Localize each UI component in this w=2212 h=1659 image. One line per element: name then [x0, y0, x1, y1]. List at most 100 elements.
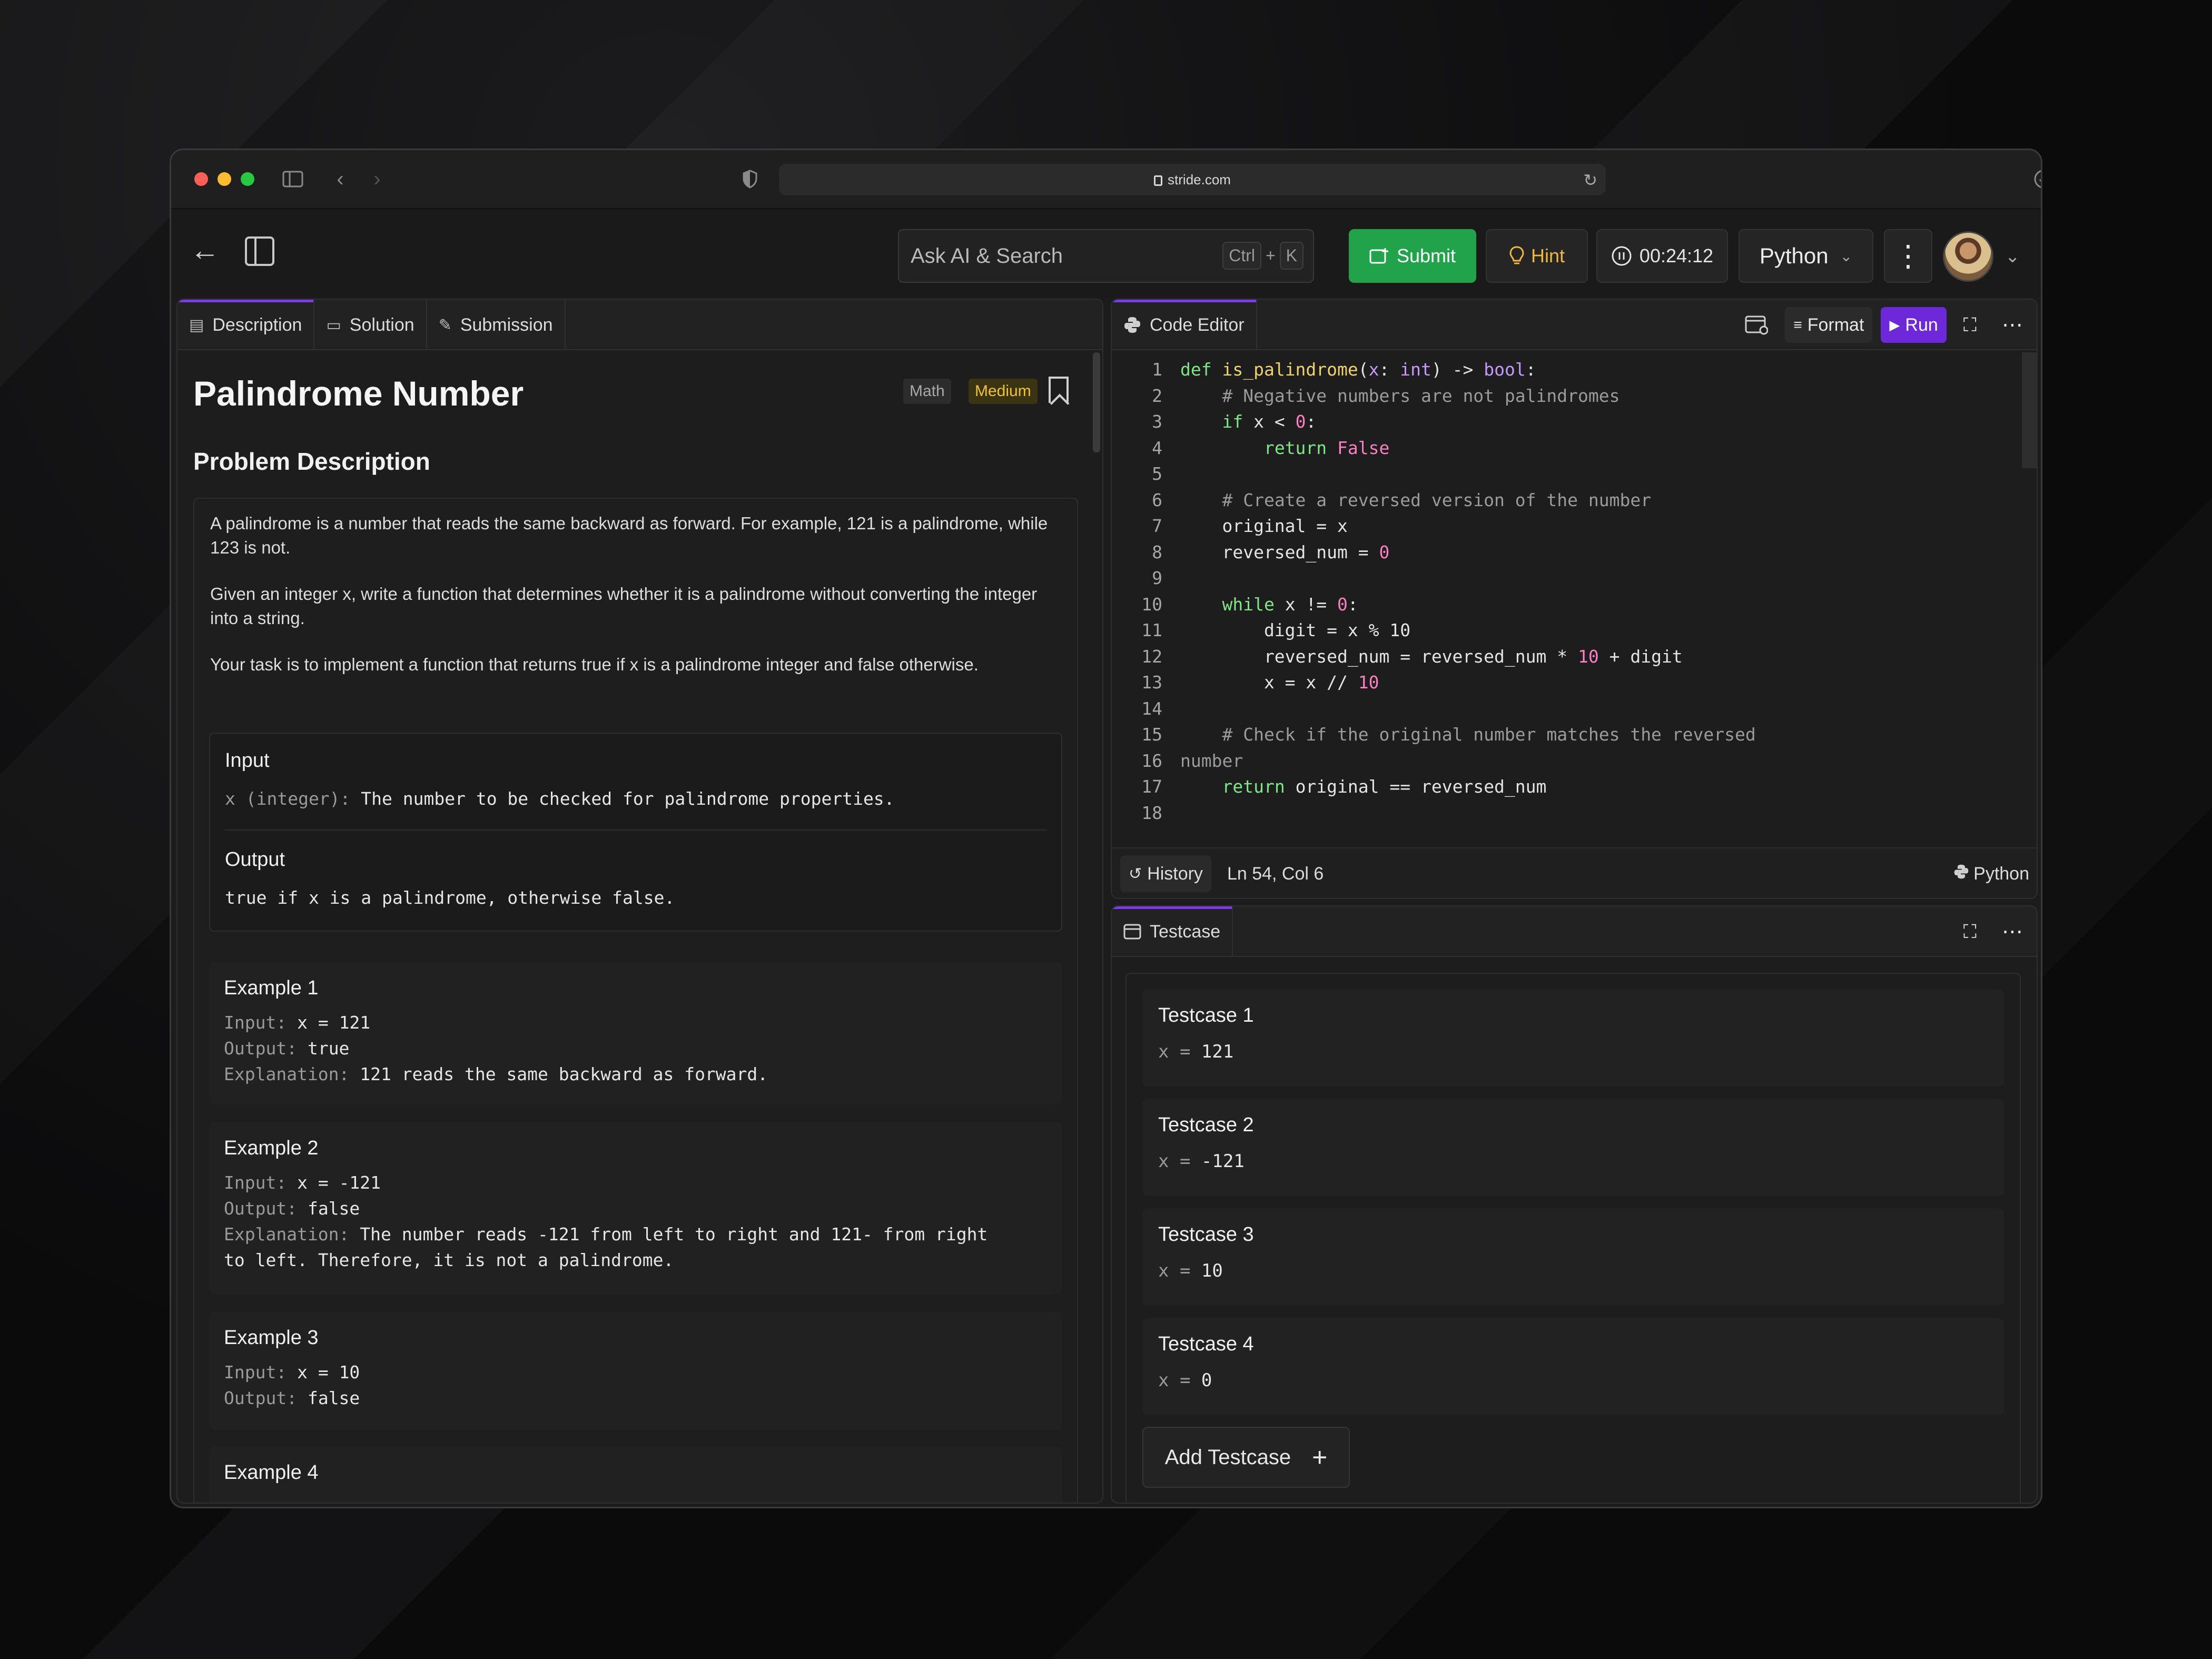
example-card: Example 2 Input: x = -121 Output: false …	[209, 1122, 1062, 1294]
tab-code-editor[interactable]: Code Editor	[1112, 300, 1257, 350]
example-input: Input: x = 121	[224, 1012, 371, 1033]
line-number: 17	[1141, 776, 1162, 797]
document-icon: ▤	[189, 316, 204, 334]
book-icon: ▭	[326, 316, 341, 334]
testcase-tabbar: Testcase	[1112, 906, 2037, 957]
search-placeholder: Ask AI & Search	[911, 244, 1063, 268]
testcase-title: Testcase 2	[1158, 1114, 1254, 1136]
tab-testcase[interactable]: Testcase	[1112, 906, 1233, 957]
line-number: 5	[1152, 463, 1162, 484]
python-icon	[1953, 864, 1969, 884]
privacy-shield-icon[interactable]	[737, 166, 763, 192]
editor-language[interactable]: Python	[1953, 864, 2029, 884]
example-explanation: Explanation: 121 reads the same backward…	[224, 1064, 768, 1084]
editor-language-label: Python	[1973, 863, 2029, 884]
testcase-actions: ⛶ ⋯	[1955, 914, 2031, 950]
panel-toggle-icon[interactable]	[245, 236, 274, 266]
divider	[225, 829, 1046, 831]
tab-testcase-label: Testcase	[1150, 921, 1221, 942]
lightbulb-icon	[1509, 246, 1524, 264]
k-key: K	[1279, 242, 1303, 270]
line-number: 6	[1152, 489, 1162, 510]
tab-code-editor-label: Code Editor	[1150, 314, 1245, 335]
language-select[interactable]: Python ⌄	[1739, 229, 1873, 283]
add-testcase-button[interactable]: Add Testcase +	[1142, 1427, 1350, 1488]
input-desc: The number to be checked for palindrome …	[350, 788, 895, 809]
testcase-title: Testcase 4	[1158, 1333, 1254, 1355]
output-spec: true if x is a palindrome, otherwise fal…	[225, 887, 675, 908]
reload-icon[interactable]: ↻	[1583, 170, 1597, 190]
topic-tag[interactable]: Math	[903, 379, 951, 404]
editor-status-bar: ↺ History Ln 54, Col 6 Python	[1112, 847, 2037, 898]
difficulty-tag: Medium	[969, 379, 1038, 404]
code-line: # Check if the original number matches t…	[1222, 724, 1756, 745]
output-heading: Output	[225, 848, 285, 871]
browser-forward-icon[interactable]: ›	[364, 166, 390, 192]
line-number: 2	[1152, 385, 1162, 406]
sidebar-toggle-icon[interactable]	[280, 166, 306, 192]
window-icon	[1123, 924, 1141, 940]
more-horizontal-icon[interactable]: ⋯	[1993, 914, 2031, 950]
avatar[interactable]	[1943, 231, 1993, 282]
example-title: Example 3	[224, 1327, 319, 1349]
tab-submission[interactable]: ✎ Submission	[427, 300, 566, 350]
shortcut-hint: Ctrl + K	[1222, 242, 1303, 270]
code-line: if x < 0:	[1222, 411, 1317, 432]
ai-search-input[interactable]: Ask AI & Search Ctrl + K	[898, 229, 1314, 283]
more-options-button[interactable]: ⋮	[1884, 229, 1932, 283]
line-number: 14	[1141, 698, 1162, 719]
layout-icon[interactable]	[1736, 307, 1776, 343]
format-label: Format	[1807, 314, 1864, 335]
description-panel: ▤ Description ▭ Solution ✎ Submission Pa…	[176, 299, 1103, 1504]
tab-description[interactable]: ▤ Description	[177, 300, 315, 350]
scrollbar[interactable]	[1093, 352, 1100, 452]
back-arrow-icon[interactable]: ←	[190, 235, 220, 265]
description-box: A palindrome is a number that reads the …	[193, 498, 1078, 1503]
cursor-position: Ln 54, Col 6	[1227, 863, 1324, 884]
code-line: return False	[1263, 437, 1390, 458]
code-line: original = x	[1180, 516, 1348, 536]
testcase-card[interactable]: Testcase 2 x = -121	[1142, 1099, 2004, 1196]
timer-button[interactable]: 00:24:12	[1596, 229, 1728, 283]
more-horizontal-icon[interactable]: ⋯	[1993, 307, 2031, 343]
line-number: 11	[1141, 620, 1162, 640]
example-card: Example 4	[209, 1447, 1062, 1503]
testcase-card[interactable]: Testcase 4 x = 0	[1142, 1318, 2004, 1415]
example-title: Example 1	[224, 977, 319, 999]
format-button[interactable]: ≡ Format	[1785, 307, 1873, 343]
description-paragraph: Your task is to implement a function tha…	[210, 655, 979, 674]
example-output: Output: false	[224, 1388, 360, 1408]
run-button[interactable]: ▶ Run	[1881, 307, 1947, 343]
minimize-window-button[interactable]	[218, 172, 231, 186]
section-title: Problem Description	[193, 448, 430, 475]
format-lines-icon: ≡	[1793, 317, 1802, 333]
expand-icon[interactable]: ⛶	[1955, 914, 1985, 950]
browser-back-icon[interactable]: ‹	[327, 166, 353, 192]
browser-toolbar: ‹ › stride.com ↻ +	[171, 150, 2041, 209]
example-input: Input: x = 10	[224, 1362, 360, 1382]
play-icon: ▶	[1889, 317, 1900, 333]
chevron-down-icon: ⌄	[1840, 248, 1853, 264]
expand-icon[interactable]: ⛶	[1955, 307, 1985, 343]
testcase-card[interactable]: Testcase 3 x = 10	[1142, 1209, 2004, 1306]
line-number: 16	[1141, 750, 1162, 771]
close-window-button[interactable]	[194, 172, 208, 186]
history-button[interactable]: ↺ History	[1120, 855, 1211, 892]
app-header: ← Ask AI & Search Ctrl + K Submit Hint 0…	[171, 209, 2041, 298]
code-area[interactable]: 1 def is_palindrome(x: int) -> bool: 2 # …	[1112, 357, 2018, 846]
address-bar[interactable]: stride.com ↻	[779, 164, 1606, 195]
downloads-icon[interactable]	[2030, 166, 2041, 192]
hint-button[interactable]: Hint	[1486, 229, 1588, 283]
example-card: Example 1 Input: x = 121 Output: true Ex…	[209, 962, 1062, 1104]
url-text: stride.com	[1168, 171, 1231, 187]
line-number: 12	[1141, 646, 1162, 667]
bookmark-icon[interactable]	[1049, 377, 1069, 403]
testcase-card[interactable]: Testcase 1 x = 121	[1142, 990, 2004, 1087]
profile-chevron-icon[interactable]: ⌄	[2005, 246, 2020, 267]
submit-button[interactable]: Submit	[1349, 229, 1476, 283]
editor-scrollbar[interactable]	[2022, 352, 2037, 468]
code-line: # Negative numbers are not palindromes	[1222, 385, 1620, 406]
tab-solution[interactable]: ▭ Solution	[314, 300, 427, 350]
example-input: Input: x = -121	[224, 1172, 381, 1193]
zoom-window-button[interactable]	[241, 172, 254, 186]
